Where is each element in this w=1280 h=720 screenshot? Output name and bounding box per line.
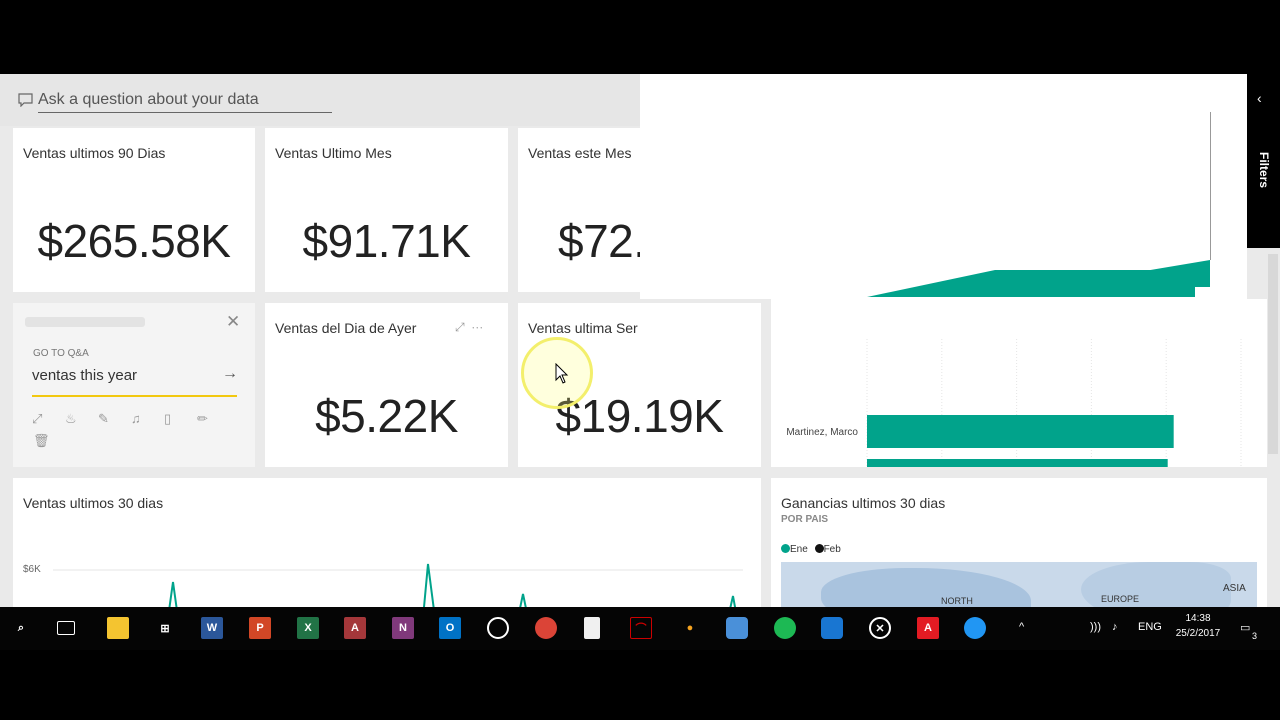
spotify-icon[interactable] bbox=[774, 617, 796, 639]
arrow-right-icon[interactable]: → bbox=[222, 365, 238, 383]
kpi-tile-este-mes[interactable]: Ventas este Mes $72. bbox=[518, 128, 640, 292]
blurred-title bbox=[25, 317, 145, 327]
dashboard: Ask a question about your data Ventas ul… bbox=[0, 74, 1280, 607]
filters-label: Filters bbox=[1257, 152, 1271, 189]
acrobat-icon[interactable]: ⌒ bbox=[630, 617, 652, 639]
tile-title: Ventas este Mes bbox=[528, 145, 632, 161]
qa-tile-panel: ✕ GO TO Q&A ventas this year → ⤢ ♨ ✎ ♫ ▯… bbox=[13, 303, 255, 467]
lightbulb-icon[interactable]: ♨ bbox=[65, 411, 98, 427]
tray-chevron-icon[interactable]: ^ bbox=[1019, 621, 1024, 633]
wifi-icon[interactable]: ))) bbox=[1090, 621, 1101, 633]
qa-bar[interactable]: Ask a question about your data bbox=[0, 74, 640, 126]
expand-icon[interactable]: ⤢ bbox=[32, 411, 65, 427]
volume-icon[interactable]: ♪ bbox=[1112, 621, 1118, 633]
pin-icon[interactable]: ✎ bbox=[98, 411, 131, 427]
tile-title: Ventas Ultimo Mes bbox=[275, 145, 392, 161]
qa-placeholder: Ask a question about your data bbox=[38, 91, 259, 108]
filters-pane[interactable]: ‹ Filters bbox=[1247, 74, 1280, 248]
transition-wedge bbox=[867, 260, 1210, 297]
line-chart bbox=[53, 563, 743, 607]
map-subtitle: POR PAIS bbox=[781, 514, 829, 525]
line-chart-tile[interactable]: Ventas ultimos 30 dias $6K bbox=[13, 478, 761, 607]
pencil-icon[interactable]: ✏ bbox=[197, 411, 230, 427]
goto-qa-link[interactable]: GO TO Q&A bbox=[33, 348, 89, 359]
word-icon[interactable]: W bbox=[201, 617, 223, 639]
tile-menu-icons[interactable]: ⤢ ⋯ bbox=[455, 320, 483, 335]
excel-icon[interactable]: X bbox=[297, 617, 319, 639]
bar[interactable] bbox=[867, 459, 1168, 467]
cortana-icon[interactable] bbox=[487, 617, 509, 639]
page-icon[interactable]: ▯ bbox=[164, 411, 197, 427]
category-label: Martinez, Marco bbox=[786, 427, 858, 438]
lang-indicator[interactable]: ENG bbox=[1138, 621, 1162, 633]
document-icon[interactable] bbox=[584, 617, 600, 639]
qa-underline bbox=[38, 112, 332, 113]
onenote-icon[interactable]: N bbox=[392, 617, 414, 639]
map-label-europe: EUROPE bbox=[1101, 594, 1140, 604]
chrome-icon[interactable] bbox=[535, 617, 557, 639]
tile-title: Ventas ultimos 90 Dias bbox=[23, 145, 166, 161]
qa-query-input[interactable]: ventas this year bbox=[32, 367, 137, 384]
access-icon[interactable]: A bbox=[344, 617, 366, 639]
map-legend: Ene Feb bbox=[781, 544, 841, 555]
app-icon[interactable]: ● bbox=[679, 617, 701, 639]
map-area[interactable]: NORTH EUROPE ASIA bbox=[781, 562, 1257, 607]
settings-app-icon[interactable] bbox=[821, 617, 843, 639]
bar-chart: Martinez, MarcoBaker, Morgan$0$500$1,000… bbox=[786, 339, 1242, 467]
close-icon[interactable]: ✕ bbox=[226, 312, 240, 332]
scrollbar[interactable] bbox=[1268, 254, 1278, 454]
task-view-icon[interactable] bbox=[57, 621, 75, 635]
bell-icon[interactable]: ♫ bbox=[131, 411, 164, 427]
tile-value: $5.22K bbox=[315, 390, 458, 442]
explorer-icon[interactable] bbox=[726, 617, 748, 639]
autocad-icon[interactable]: A bbox=[917, 617, 939, 639]
map-title: Ganancias ultimos 30 dias bbox=[781, 495, 946, 511]
powerpoint-icon[interactable]: P bbox=[249, 617, 271, 639]
tile-title: Ventas ultima Ser bbox=[528, 320, 638, 336]
chevron-left-icon[interactable]: ‹ bbox=[1257, 90, 1262, 106]
trash-icon[interactable]: 🗑 bbox=[33, 433, 50, 449]
bar-chart-tile[interactable]: Martinez, MarcoBaker, Morgan$0$500$1,000… bbox=[771, 299, 1267, 467]
kpi-tile-ultimo-mes[interactable]: Ventas Ultimo Mes $91.71K bbox=[265, 128, 508, 292]
taskbar: ⌕ ⊞ W P X A N O ⌒ ● ✕ A ^ ))) ♪ ENG 14:3… bbox=[0, 607, 1280, 650]
tile-value: $265.58K bbox=[37, 215, 231, 267]
tile-title: Ventas del Dia de Ayer bbox=[275, 320, 417, 336]
divider-line bbox=[1210, 112, 1211, 260]
bar[interactable] bbox=[867, 415, 1174, 448]
messenger-icon[interactable] bbox=[964, 617, 986, 639]
notification-count: 3 bbox=[1252, 631, 1258, 641]
legend-feb: Feb bbox=[823, 544, 841, 555]
search-icon[interactable]: ⌕ bbox=[10, 617, 32, 639]
kpi-tile-90-dias[interactable]: Ventas ultimos 90 Dias $265.58K bbox=[13, 128, 255, 292]
map-tile[interactable]: Ganancias ultimos 30 dias POR PAIS Ene F… bbox=[771, 478, 1267, 607]
outlook-icon[interactable]: O bbox=[439, 617, 461, 639]
screen: Ask a question about your data Ventas ul… bbox=[0, 0, 1280, 720]
xbox-icon[interactable]: ✕ bbox=[869, 617, 891, 639]
time: 14:38 bbox=[1185, 613, 1211, 624]
legend-ene: Ene bbox=[790, 544, 808, 555]
store-icon[interactable]: ⊞ bbox=[154, 617, 176, 639]
date: 25/2/2017 bbox=[1175, 628, 1221, 639]
notification-icon[interactable]: ▭ bbox=[1240, 621, 1250, 634]
tile-actions: ⤢ ♨ ✎ ♫ ▯ ✏ bbox=[32, 411, 230, 427]
mouse-cursor-icon bbox=[555, 363, 569, 384]
map-label-asia: ASIA bbox=[1223, 583, 1246, 594]
query-underline bbox=[32, 395, 237, 397]
tile-value: $72. bbox=[558, 215, 640, 267]
file-explorer-icon[interactable] bbox=[107, 617, 129, 639]
map-label-north: NORTH bbox=[941, 596, 973, 606]
tile-value: $91.71K bbox=[302, 215, 471, 267]
speech-bubble-icon bbox=[18, 93, 33, 107]
clock[interactable]: 14:38 25/2/2017 bbox=[1172, 613, 1224, 639]
